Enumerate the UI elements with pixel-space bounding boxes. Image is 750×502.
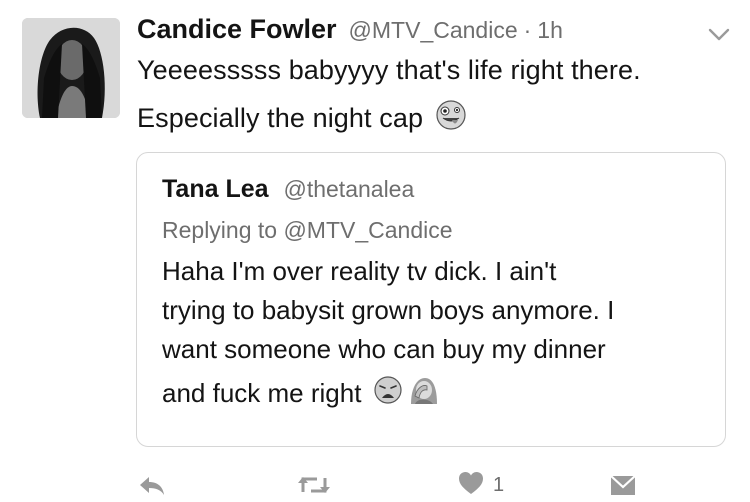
- direct-message-icon[interactable]: [609, 468, 637, 502]
- quoted-text: and fuck me right: [162, 378, 362, 408]
- author-name[interactable]: Candice Fowler: [137, 14, 337, 45]
- quoted-text-line: want someone who can buy my dinner: [162, 334, 606, 364]
- separator-dot: ·: [523, 17, 532, 43]
- quoted-author-name: Tana Lea: [162, 175, 269, 203]
- tweet-header: Candice Fowler @MTV_Candice · 1h: [137, 14, 563, 50]
- like-count: 1: [493, 473, 505, 496]
- chevron-down-icon[interactable]: [704, 22, 734, 46]
- weary-face-icon: [373, 375, 403, 412]
- tweet-text-line: Yeeeesssss babyyyy that's life right the…: [137, 55, 641, 85]
- quoted-author: Tana Lea @thetanalea: [162, 175, 414, 204]
- facepalm-icon: [407, 374, 439, 413]
- like-button[interactable]: 1: [457, 468, 504, 502]
- quoted-author-handle: @thetanalea: [283, 176, 415, 202]
- reply-icon[interactable]: [137, 468, 167, 502]
- zany-face-icon: [435, 99, 467, 138]
- tweet-actions: 1: [0, 468, 750, 502]
- like-icon: [457, 470, 485, 501]
- avatar[interactable]: [22, 18, 120, 118]
- retweet-icon[interactable]: [297, 468, 331, 502]
- replying-to: Replying to @MTV_Candice: [162, 217, 453, 243]
- timestamp[interactable]: 1h: [537, 17, 563, 44]
- tweet-text: Especially the night cap: [137, 103, 424, 133]
- quoted-text-line: trying to babysit grown boys anymore. I: [162, 295, 615, 325]
- quoted-tweet[interactable]: Tana Lea @thetanalea Replying to @MTV_Ca…: [136, 152, 726, 447]
- quoted-text-line: Haha I'm over reality tv dick. I ain't: [162, 256, 557, 286]
- tweet-text-line-last: Especially the night cap: [137, 99, 467, 138]
- author-handle[interactable]: @MTV_Candice: [349, 17, 518, 44]
- quoted-text-line-last: and fuck me right: [162, 374, 439, 413]
